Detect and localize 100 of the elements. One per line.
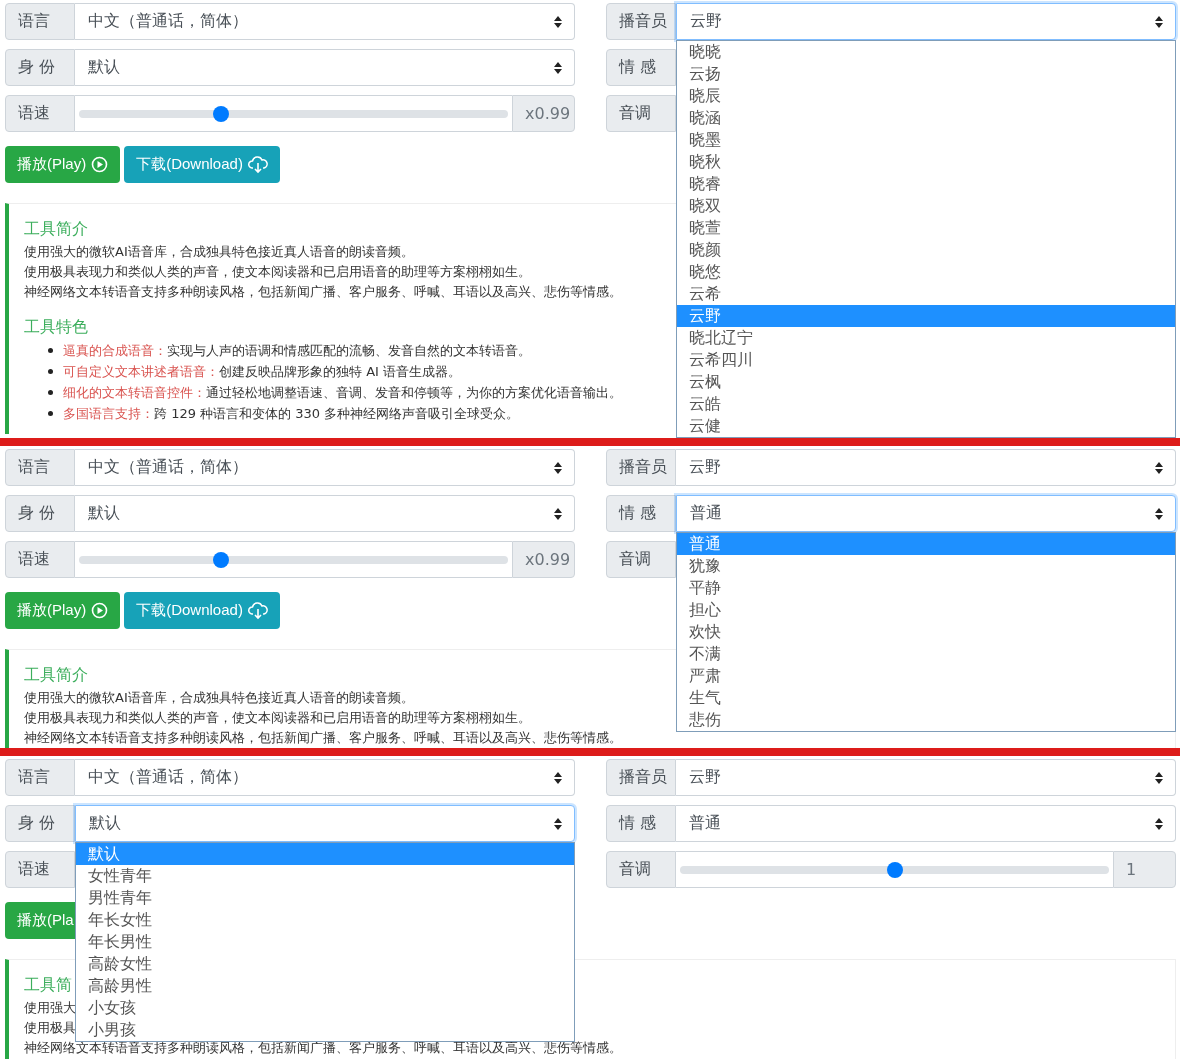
bullet-icon xyxy=(48,390,53,395)
dropdown-option[interactable]: 犹豫 xyxy=(677,555,1175,577)
intro-text: 使用极具 xyxy=(24,1019,76,1037)
field-label: 语言 xyxy=(5,449,75,486)
field-label: 身 份 xyxy=(5,805,75,842)
dropdown-option[interactable]: 悲伤 xyxy=(677,709,1175,731)
slider-thumb[interactable] xyxy=(212,105,229,122)
dropdown-option[interactable]: 晓颜 xyxy=(677,239,1175,261)
field-label: 音调 xyxy=(606,541,676,578)
feature-text: 逼真的合成语音：实现与人声的语调和情感匹配的流畅、发音自然的文本转语音。 xyxy=(63,341,531,360)
dropdown-option[interactable]: 小男孩 xyxy=(76,1019,574,1041)
intro-text: 神经网络文本转语音支持多种朗读风格，包括新闻广播、客户服务、呼喊、耳语以及高兴、悲伤等情感。 xyxy=(24,729,622,747)
field-label: 语言 xyxy=(5,3,75,40)
section-title: 工具简 xyxy=(24,974,72,996)
field-label: 语速 xyxy=(5,851,75,888)
intro-text: 使用强大 xyxy=(24,999,76,1017)
dropdown-option[interactable]: 不满 xyxy=(677,643,1175,665)
sort-caret-icon xyxy=(1155,461,1163,474)
dropdown-option[interactable]: 晓萱 xyxy=(677,217,1175,239)
intro-text: 使用强大的微软AI语音库，合成独具特色接近真人语音的朗读音频。 xyxy=(24,689,414,707)
select-field[interactable]: 普通 xyxy=(676,495,1176,532)
section-title: 工具简介 xyxy=(24,664,88,686)
intro-text: 使用强大的微软AI语音库，合成独具特色接近真人语音的朗读音频。 xyxy=(24,243,414,261)
field-label: 情 感 xyxy=(606,49,676,86)
dropdown-option[interactable]: 云扬 xyxy=(677,63,1175,85)
intro-text: 神经网络文本转语音支持多种朗读风格，包括新闻广播、客户服务、呼喊、耳语以及高兴、悲伤等情感。 xyxy=(24,283,622,301)
field-label: 语速 xyxy=(5,95,75,132)
cloud-download-icon xyxy=(247,601,268,620)
dropdown-option[interactable]: 平静 xyxy=(677,577,1175,599)
dropdown-option[interactable]: 晓悠 xyxy=(677,261,1175,283)
select-field[interactable]: 云野 xyxy=(676,3,1176,40)
sort-caret-icon xyxy=(1155,817,1163,830)
field-label: 播音员 xyxy=(606,3,676,40)
dropdown-option[interactable]: 小女孩 xyxy=(76,997,574,1019)
sort-caret-icon xyxy=(1155,771,1163,784)
slider-reading: 1 xyxy=(1113,851,1176,888)
dropdown-option[interactable]: 女性青年 xyxy=(76,865,574,887)
dropdown-option[interactable]: 担心 xyxy=(677,599,1175,621)
dropdown-option[interactable]: 晓辰 xyxy=(677,85,1175,107)
field-label: 音调 xyxy=(606,851,676,888)
dropdown-option[interactable]: 高龄女性 xyxy=(76,953,574,975)
select-field[interactable]: 默认 xyxy=(75,495,575,532)
field-label: 语速 xyxy=(5,541,75,578)
sort-caret-icon xyxy=(554,61,562,74)
dropdown-option[interactable]: 晓涵 xyxy=(677,107,1175,129)
dropdown-option[interactable]: 欢快 xyxy=(677,621,1175,643)
play-circle-icon xyxy=(91,156,109,173)
field-label: 语言 xyxy=(5,759,75,796)
bullet-icon xyxy=(48,411,53,416)
dropdown-option[interactable]: 晓秋 xyxy=(677,151,1175,173)
bullet-icon xyxy=(48,348,53,353)
dropdown-option[interactable]: 晓北辽宁 xyxy=(677,327,1175,349)
field-label: 身 份 xyxy=(5,495,75,532)
field-label: 情 感 xyxy=(606,805,676,842)
dropdown-option[interactable]: 晓晓 xyxy=(677,41,1175,63)
dropdown-option[interactable]: 云希 xyxy=(677,283,1175,305)
dropdown-option[interactable]: 晓睿 xyxy=(677,173,1175,195)
section-title: 工具简介 xyxy=(24,218,88,240)
dropdown-option[interactable]: 云皓 xyxy=(677,393,1175,415)
slider-thumb[interactable] xyxy=(212,551,229,568)
slider-thumb[interactable] xyxy=(886,861,903,878)
dropdown-option[interactable]: 云希四川 xyxy=(677,349,1175,371)
slider-reading: x0.99 xyxy=(512,95,575,132)
select-field[interactable]: 云野 xyxy=(676,759,1176,796)
dropdown-option[interactable]: 云枫 xyxy=(677,371,1175,393)
sort-caret-icon xyxy=(554,461,562,474)
field-label: 播音员 xyxy=(606,449,676,486)
play-circle-icon xyxy=(91,602,109,619)
field-label: 身 份 xyxy=(5,49,75,86)
field-label: 情 感 xyxy=(606,495,676,532)
sort-caret-icon xyxy=(554,507,562,520)
sort-caret-icon xyxy=(554,15,562,28)
dropdown-option[interactable]: 高龄男性 xyxy=(76,975,574,997)
select-field[interactable]: 云野 xyxy=(676,449,1176,486)
dropdown-option[interactable]: 生气 xyxy=(677,687,1175,709)
section-title: 工具特色 xyxy=(24,316,88,338)
select-field[interactable]: 中文（普通话，简体） xyxy=(75,449,575,486)
select-field[interactable]: 普通 xyxy=(676,805,1176,842)
sort-caret-icon xyxy=(1155,507,1163,520)
dropdown-option[interactable]: 晓墨 xyxy=(677,129,1175,151)
bullet-icon xyxy=(48,369,53,374)
select-field[interactable]: 中文（普通话，简体） xyxy=(75,3,575,40)
field-label: 播音员 xyxy=(606,759,676,796)
sort-caret-icon xyxy=(1155,15,1163,28)
field-label: 音调 xyxy=(606,95,676,132)
feature-text: 可自定义文本讲述者语音：创建反映品牌形象的独特 AI 语音生成器。 xyxy=(63,362,461,381)
cloud-download-icon xyxy=(247,155,268,174)
dropdown-option[interactable]: 严肃 xyxy=(677,665,1175,687)
select-field[interactable]: 中文（普通话，简体） xyxy=(75,759,575,796)
select-field[interactable]: 默认 xyxy=(75,49,575,86)
slider-reading: x0.99 xyxy=(512,541,575,578)
feature-text: 多国语言支持：跨 129 种语言和变体的 330 多种神经网络声音吸引全球受众。 xyxy=(63,404,520,423)
select-field[interactable]: 默认 xyxy=(75,805,575,842)
intro-text: 使用极具表现力和类似人类的声音，使文本阅读器和已启用语音的助理等方案栩栩如生。 xyxy=(24,263,531,281)
sort-caret-icon xyxy=(554,771,562,784)
intro-text: 使用极具表现力和类似人类的声音，使文本阅读器和已启用语音的助理等方案栩栩如生。 xyxy=(24,709,531,727)
dropdown-option[interactable]: 云健 xyxy=(677,415,1175,437)
dropdown-option[interactable]: 晓双 xyxy=(677,195,1175,217)
sort-caret-icon xyxy=(554,817,562,830)
intro-text: 神经网络文本转语音支持多种朗读风格，包括新闻广播、客户服务、呼喊、耳语以及高兴、悲伤等情感。 xyxy=(24,1039,622,1057)
